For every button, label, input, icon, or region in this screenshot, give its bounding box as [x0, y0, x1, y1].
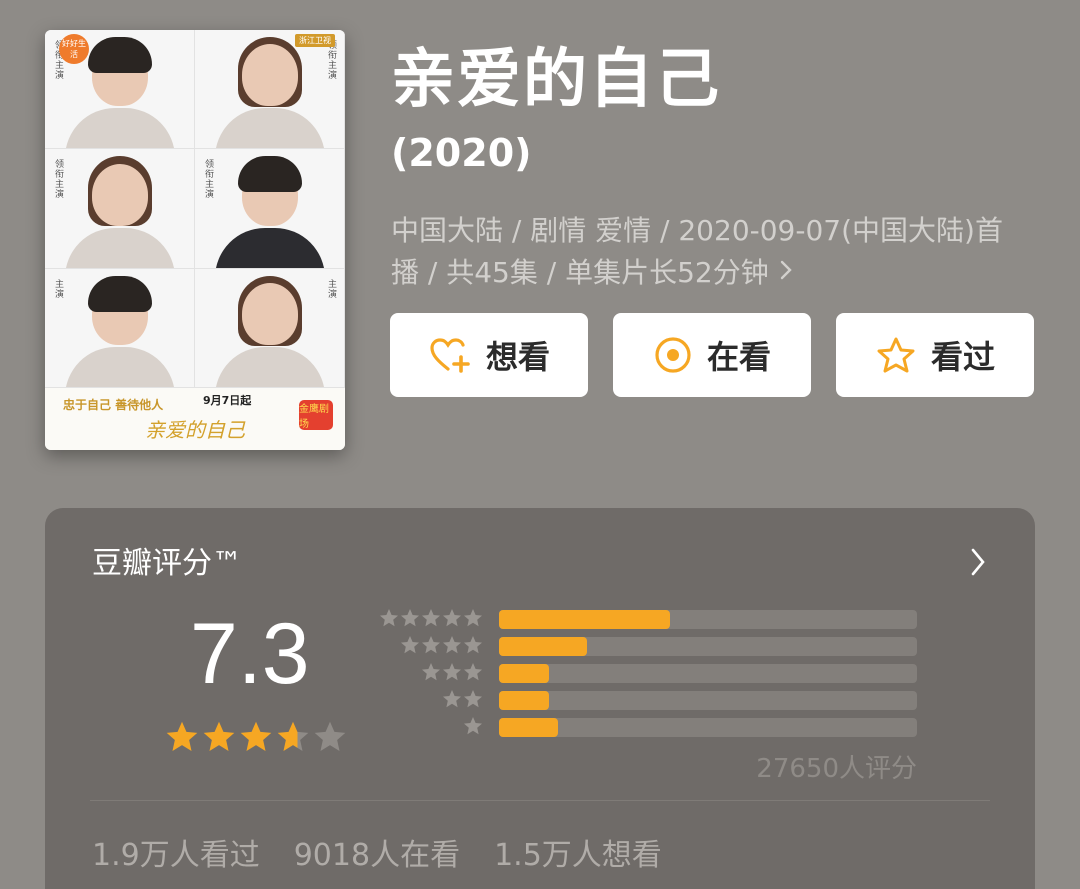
star-outline-icon [877, 337, 915, 373]
star-icon [166, 721, 198, 751]
poster-logo-text: 亲爱的自己 [145, 418, 245, 442]
watching-count: 9018人在看 [293, 838, 461, 873]
star-icon [314, 721, 346, 751]
row-stars [373, 662, 483, 682]
rating-bar-track [499, 637, 917, 656]
poster-badge: 好好生活 [59, 34, 89, 64]
poster-channel-tag: 浙江卫视 [295, 34, 335, 47]
target-circle-icon [655, 337, 691, 373]
watch-stats: 1.9万人看过 9018人在看 1.5万人想看 [92, 830, 662, 874]
star-icon [401, 609, 419, 627]
star-icon [464, 690, 482, 708]
rating-bar-track [499, 610, 917, 629]
chevron-right-icon[interactable] [969, 546, 987, 582]
cast-photo: 领衔主演 [195, 149, 345, 269]
cast-photo: 领衔主演 [195, 30, 345, 150]
poster-cast-grid: 领衔主演 领衔主演 领衔主演 领衔主演 主演 主演 [45, 30, 345, 388]
meta-info[interactable]: 中国大陆 / 剧情 爱情 / 2020-09-07(中国大陆)首播 / 共45集… [391, 210, 1021, 294]
row-stars [373, 716, 483, 736]
release-year: (2020) [391, 131, 532, 175]
chevron-right-icon [779, 256, 793, 289]
rating-bar-fill [499, 691, 550, 710]
watching-label: 在看 [706, 338, 771, 376]
meta-text: 中国大陆 / 剧情 爱情 / 2020-09-07(中国大陆)首播 / 共45集… [391, 214, 1003, 289]
star-icon [464, 663, 482, 681]
poster-date: 9月7日起 [203, 394, 252, 407]
rating-stars [165, 720, 347, 754]
watched-button[interactable]: 看过 [836, 313, 1034, 397]
rating-bar-track [499, 691, 917, 710]
rating-bar-track [499, 664, 917, 683]
cast-photo: 领衔主演 [45, 149, 195, 269]
poster-slogan: 忠于自己 善待他人 [63, 398, 164, 412]
want-label: 想看 [485, 338, 550, 376]
rating-bar-fill [499, 718, 558, 737]
rating-card[interactable]: 豆瓣评分™ 7.3 27650人评分 1.9万人看过 9018人在看 1.5万人… [45, 508, 1035, 889]
divider [90, 800, 990, 801]
poster[interactable]: 领衔主演 领衔主演 领衔主演 领衔主演 主演 主演 好好生活 浙江卫视 忠于自己… [45, 30, 345, 450]
want-count: 1.5万人想看 [494, 838, 662, 873]
rating-count: 27650人评分 [756, 754, 917, 784]
row-stars [373, 608, 483, 628]
star-icon [443, 609, 461, 627]
heart-plus-icon [430, 338, 470, 373]
star-icon [464, 636, 482, 654]
star-icon [240, 721, 272, 751]
watched-count: 1.9万人看过 [92, 838, 260, 873]
cast-photo: 主演 [195, 268, 345, 388]
cast-photo: 主演 [45, 268, 195, 388]
row-stars [373, 635, 483, 655]
rating-bar-fill [499, 610, 671, 629]
star-icon [443, 690, 461, 708]
rating-score: 7.3 [190, 606, 310, 702]
rating-bar-fill [499, 664, 550, 683]
poster-gold-badge: 金鹰剧场 [299, 400, 333, 430]
star-icon [380, 609, 398, 627]
star-icon [203, 721, 235, 751]
star-icon [464, 717, 482, 735]
rating-title: 豆瓣评分™ [92, 546, 242, 581]
star-icon [443, 636, 461, 654]
page-title: 亲爱的自己 [391, 43, 721, 117]
star-icon [422, 663, 440, 681]
star-icon [422, 636, 440, 654]
star-icon [464, 609, 482, 627]
watching-button[interactable]: 在看 [613, 313, 811, 397]
star-icon [422, 609, 440, 627]
rating-bar-track [499, 718, 917, 737]
star-icon [277, 721, 309, 751]
want-to-watch-button[interactable]: 想看 [390, 313, 588, 397]
star-icon [443, 663, 461, 681]
watched-label: 看过 [930, 338, 995, 376]
row-stars [373, 689, 483, 709]
star-icon [401, 636, 419, 654]
rating-bar-fill [499, 637, 587, 656]
